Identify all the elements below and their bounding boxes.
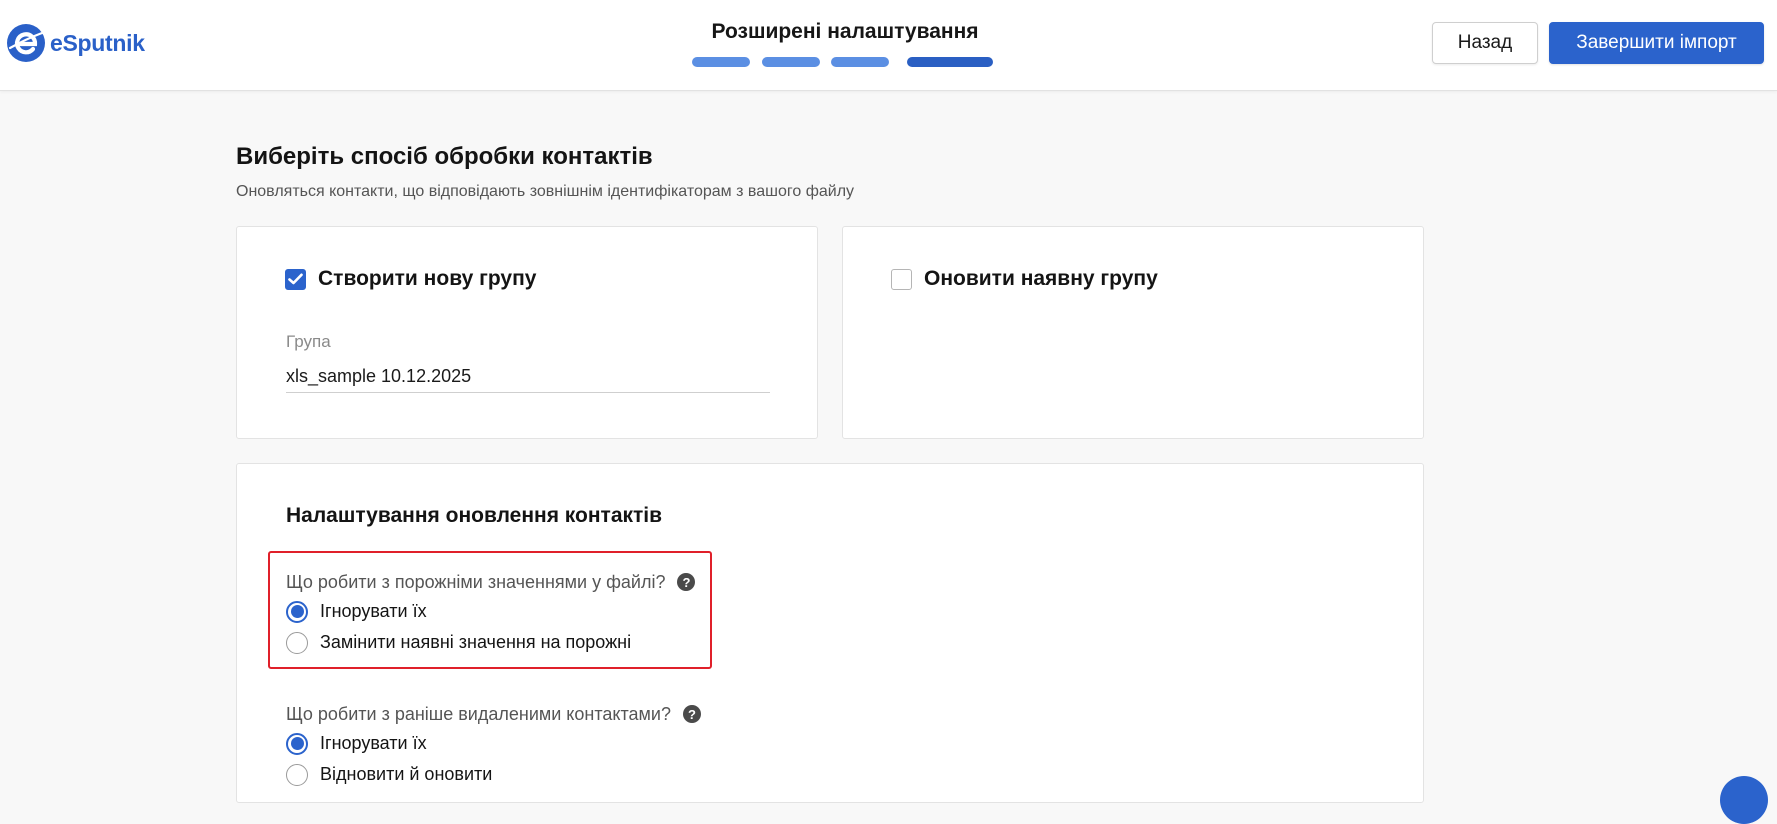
create-group-label: Створити нову групу <box>318 267 537 290</box>
back-button[interactable]: Назад <box>1432 22 1538 64</box>
group-name-input[interactable] <box>286 360 770 393</box>
progress-step-3 <box>831 57 889 67</box>
radio-label: Ігнорувати їх <box>320 601 427 621</box>
deleted-contacts-question-text: Що робити з раніше видаленими контактами… <box>286 703 671 724</box>
update-group-card[interactable]: Оновити наявну групу <box>842 226 1424 439</box>
empty-values-option-replace[interactable]: Замінити наявні значення на порожні <box>286 627 695 658</box>
create-group-option[interactable]: Створити нову групу <box>285 267 536 291</box>
question-circle-icon[interactable]: ? <box>677 573 696 591</box>
progress-step-1 <box>692 57 750 67</box>
page-title: Виберіть спосіб обробки контактів <box>236 143 653 170</box>
deleted-contacts-question: Що робити з раніше видаленими контактами… <box>286 702 701 790</box>
finish-import-button[interactable]: Завершити імпорт <box>1549 22 1764 64</box>
empty-values-question-text: Що робити з порожніми значеннями у файлі… <box>286 571 666 592</box>
progress-step-4-active <box>907 57 993 67</box>
update-group-option[interactable]: Оновити наявну групу <box>891 267 1158 291</box>
deleted-contacts-option-ignore[interactable]: Ігнорувати їх <box>286 728 701 759</box>
progress-step-2 <box>762 57 820 67</box>
radio-label: Замінити наявні значення на порожні <box>320 632 632 652</box>
radio-label: Відновити й оновити <box>320 764 493 784</box>
update-group-checkbox[interactable] <box>891 268 912 290</box>
empty-values-question: Що робити з порожніми значеннями у файлі… <box>286 570 696 658</box>
empty-values-option-ignore[interactable]: Ігнорувати їх <box>286 596 695 627</box>
update-settings-title: Налаштування оновлення контактів <box>286 504 663 527</box>
chat-widget-button[interactable] <box>1720 776 1768 824</box>
radio-button[interactable] <box>286 631 308 654</box>
page-subtitle: Оновляться контакти, що відповідають зов… <box>236 183 855 200</box>
create-group-card[interactable]: Створити нову групу Група <box>236 226 818 439</box>
radio-button-selected[interactable] <box>286 732 308 755</box>
radio-label: Ігнорувати їх <box>320 733 427 753</box>
radio-button-selected[interactable] <box>286 600 308 623</box>
radio-button[interactable] <box>286 763 308 786</box>
group-field-label: Група <box>286 332 331 351</box>
create-group-checkbox[interactable] <box>285 268 306 290</box>
deleted-contacts-option-restore[interactable]: Відновити й оновити <box>286 759 701 790</box>
update-settings-card: Налаштування оновлення контактів Що роби… <box>236 463 1424 803</box>
update-group-label: Оновити наявну групу <box>924 267 1158 290</box>
top-bar: eSputnik Розширені налаштування Назад За… <box>0 0 1777 91</box>
question-circle-icon[interactable]: ? <box>682 705 701 723</box>
checkmark-icon <box>288 273 303 285</box>
